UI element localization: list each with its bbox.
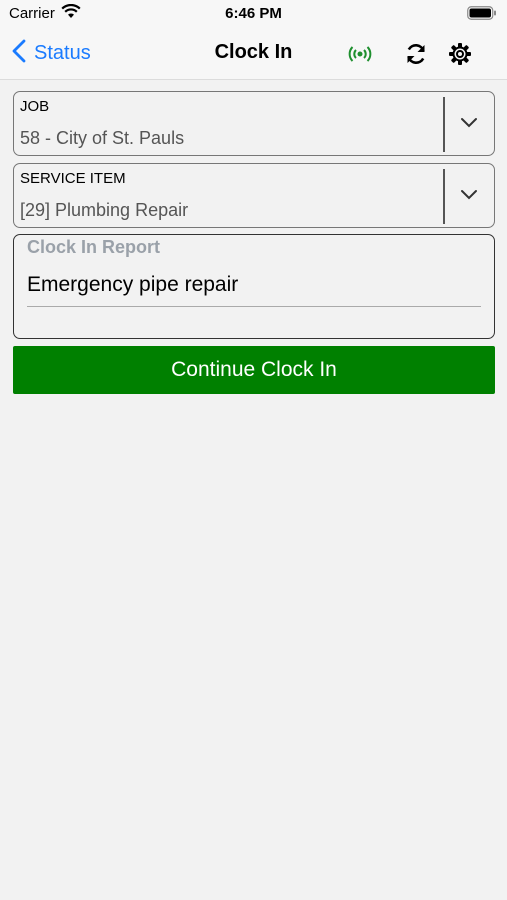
- clock-in-report-box: Clock In Report: [13, 234, 495, 339]
- status-time: 6:46 PM: [225, 5, 282, 22]
- divider: [443, 169, 445, 224]
- continue-clock-in-button[interactable]: Continue Clock In: [13, 346, 495, 394]
- clock-in-report-input[interactable]: [27, 263, 481, 307]
- service-item-value: [29] Plumbing Repair: [20, 200, 189, 220]
- navigation-bar: Status Clock In: [0, 28, 507, 80]
- battery-icon: [467, 6, 497, 25]
- service-item-label: SERVICE ITEM: [20, 170, 126, 187]
- refresh-icon[interactable]: [403, 41, 429, 67]
- status-bar: Carrier 6:46 PM: [0, 0, 507, 28]
- signal-icon[interactable]: [347, 41, 373, 67]
- divider: [443, 97, 445, 152]
- job-label: JOB: [20, 98, 50, 115]
- page-title: Clock In: [214, 41, 293, 63]
- clock-in-report-label: Clock In Report: [27, 237, 161, 257]
- chevron-down-icon[interactable]: [460, 116, 478, 134]
- service-item-select[interactable]: SERVICE ITEM [29] Plumbing Repair: [13, 163, 495, 228]
- chevron-down-icon[interactable]: [460, 188, 478, 206]
- job-select[interactable]: JOB 58 - City of St. Pauls: [13, 91, 495, 156]
- gear-icon[interactable]: [447, 41, 473, 67]
- job-value: 58 - City of St. Pauls: [20, 128, 185, 148]
